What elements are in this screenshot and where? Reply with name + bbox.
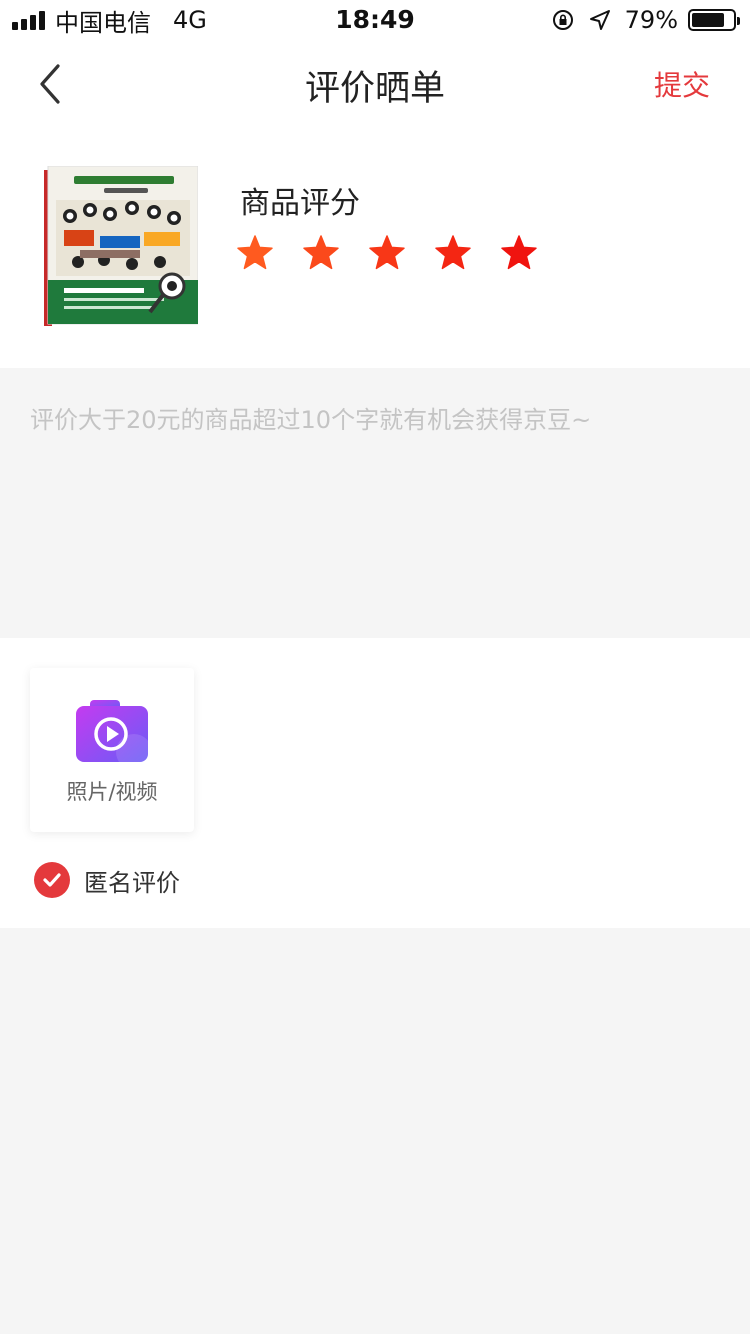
upload-photo-video-button[interactable]: 照片/视频 bbox=[30, 668, 194, 832]
product-image[interactable] bbox=[44, 165, 199, 328]
location-arrow-icon bbox=[589, 10, 610, 30]
page-title: 评价晒单 bbox=[304, 69, 445, 109]
submit-button[interactable]: 提交 bbox=[654, 64, 710, 104]
rating-label: 商品评分 bbox=[240, 186, 360, 221]
anonymous-label: 匿名评价 bbox=[84, 868, 180, 897]
star-icon-2[interactable] bbox=[302, 234, 340, 272]
nav-bar: 评价晒单 提交 bbox=[0, 40, 750, 128]
media-section: 照片/视频 匿名评价 bbox=[0, 638, 750, 928]
battery-percent: 79% bbox=[624, 6, 678, 34]
star-icon-3[interactable] bbox=[368, 234, 406, 272]
star-icon-5[interactable] bbox=[500, 234, 538, 272]
battery-icon bbox=[688, 9, 740, 31]
checkmark-icon[interactable] bbox=[34, 862, 70, 898]
comment-placeholder: 评价大于20元的商品超过10个字就有机会获得京豆~ bbox=[30, 406, 592, 434]
star-icon-4[interactable] bbox=[434, 234, 472, 272]
rotation-lock-icon bbox=[552, 10, 573, 30]
comment-textarea[interactable]: 评价大于20元的商品超过10个字就有机会获得京豆~ bbox=[0, 368, 750, 638]
star-rating[interactable] bbox=[236, 234, 538, 272]
upload-label: 照片/视频 bbox=[66, 780, 158, 804]
camera-video-icon bbox=[76, 700, 150, 764]
anonymous-toggle[interactable]: 匿名评价 bbox=[34, 862, 180, 898]
star-icon-1[interactable] bbox=[236, 234, 274, 272]
product-rating-section: 商品评分 bbox=[0, 128, 750, 368]
status-bar: 中国电信 4G 18:49 79% bbox=[0, 0, 750, 40]
